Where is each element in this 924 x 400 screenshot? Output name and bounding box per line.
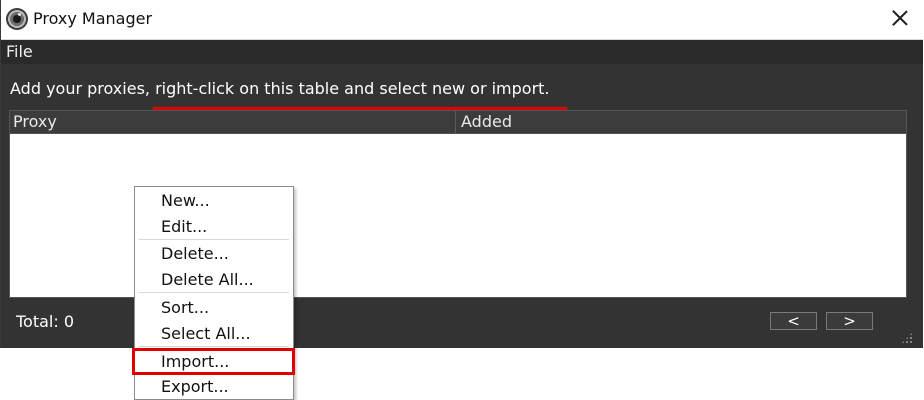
- column-header-added[interactable]: Added: [457, 111, 906, 133]
- menu-separator: [139, 292, 289, 293]
- menu-item-edit[interactable]: Edit...: [161, 217, 207, 237]
- menu-item-select-all[interactable]: Select All...: [161, 324, 251, 344]
- menu-item-delete-all[interactable]: Delete All...: [161, 270, 254, 290]
- menu-bar: File: [1, 40, 923, 64]
- previous-page-button[interactable]: <: [770, 312, 817, 330]
- close-icon[interactable]: [889, 7, 911, 29]
- resize-grip-icon[interactable]: [901, 332, 913, 344]
- menu-separator: [139, 239, 289, 240]
- next-page-button[interactable]: >: [826, 312, 873, 330]
- menu-item-sort[interactable]: Sort...: [161, 298, 209, 318]
- menu-item-delete[interactable]: Delete...: [161, 244, 229, 264]
- title-bar: Proxy Manager: [1, 0, 923, 40]
- instruction-text: Add your proxies, right-click on this ta…: [10, 79, 550, 98]
- window-title: Proxy Manager: [33, 9, 153, 28]
- menu-file[interactable]: File: [6, 42, 33, 61]
- table-header: Proxy Added: [10, 111, 906, 134]
- menu-item-new[interactable]: New...: [161, 191, 210, 211]
- menu-separator: [139, 346, 289, 347]
- total-count: Total: 0: [16, 312, 75, 331]
- import-highlight-annotation: [132, 348, 295, 375]
- webcam-app-icon: [6, 8, 28, 30]
- menu-item-export[interactable]: Export...: [161, 377, 229, 397]
- column-header-proxy[interactable]: Proxy: [10, 111, 456, 133]
